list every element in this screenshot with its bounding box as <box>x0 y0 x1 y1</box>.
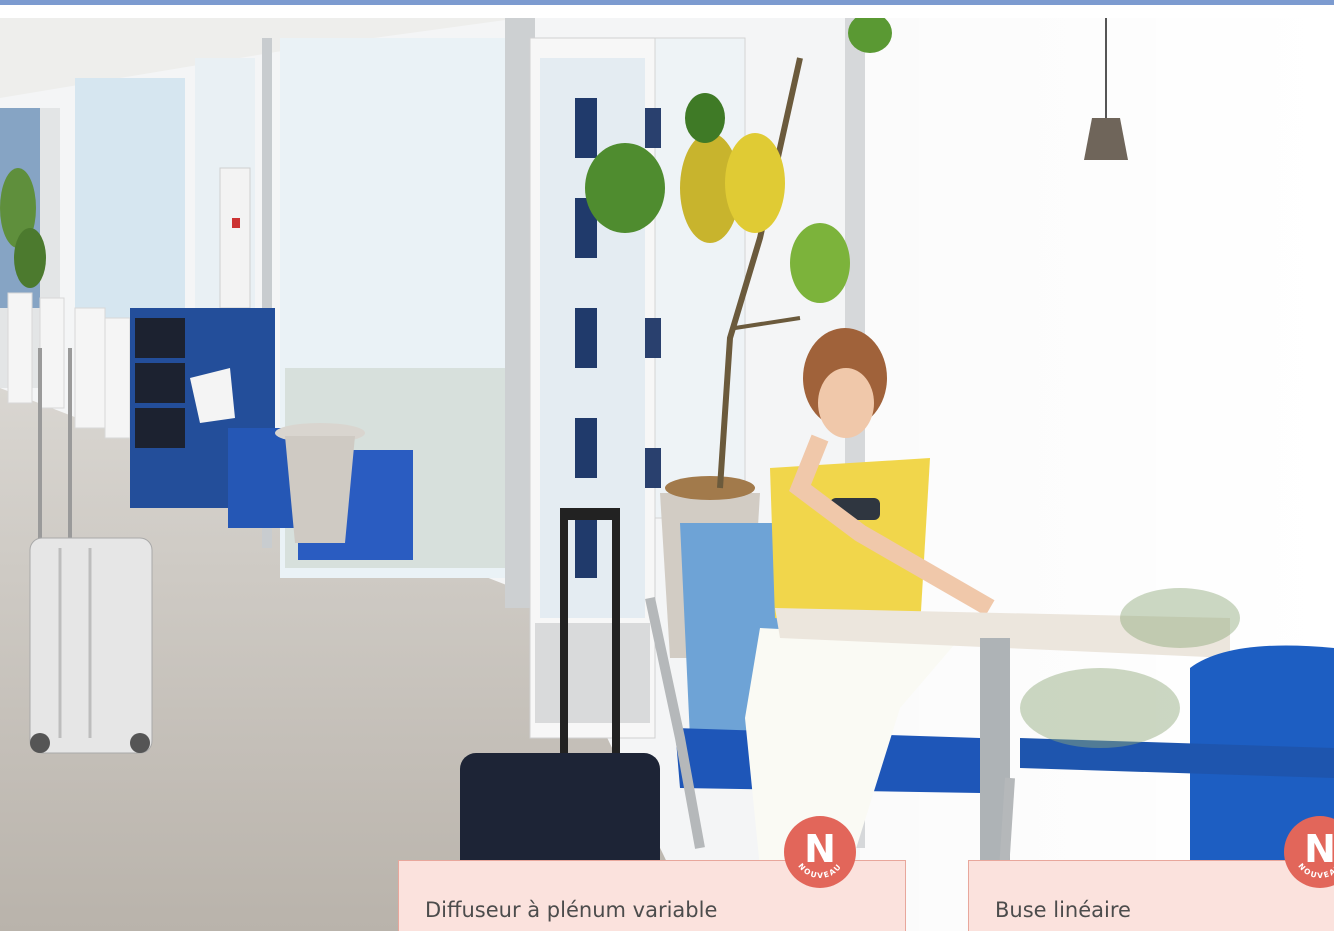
new-badge: N NOUVEAU <box>1284 816 1334 888</box>
new-badge: N NOUVEAU <box>784 816 856 888</box>
badge-letter: N <box>1304 827 1334 871</box>
product-label: Diffuseur à plénum variable <box>425 898 718 922</box>
top-spacer <box>0 5 1334 18</box>
pillar <box>219 167 251 309</box>
lounge-photo <box>0 18 1334 931</box>
badge-letter: N <box>804 827 836 871</box>
product-card: Buse linéaire <box>968 860 1334 931</box>
product-label: Buse linéaire <box>995 898 1131 922</box>
